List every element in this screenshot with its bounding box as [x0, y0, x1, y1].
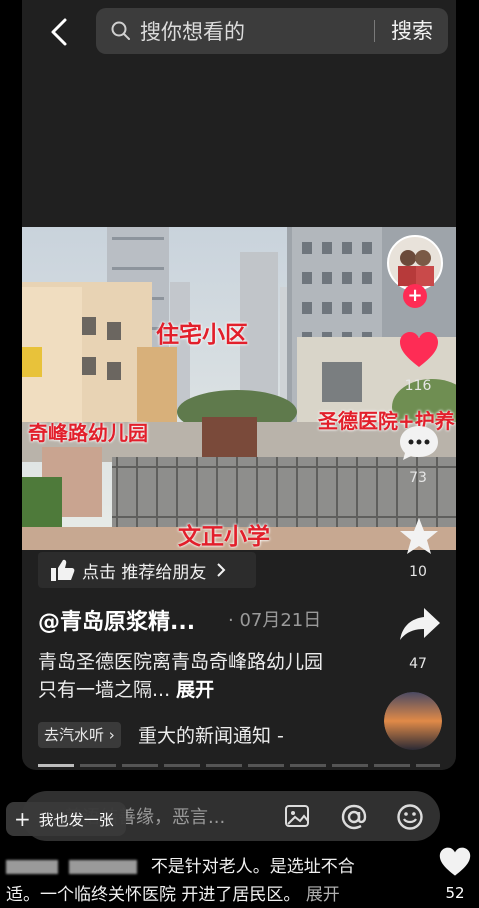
- comment-icon: [400, 426, 438, 460]
- like-button[interactable]: 116: [398, 330, 440, 394]
- thumbs-up-icon: [51, 559, 75, 581]
- listen-on-qishui-tag[interactable]: 去汽水听 ›: [38, 722, 121, 748]
- comment-text-line-2: 适。一个临终关怀医院 开进了居民区。: [6, 885, 301, 905]
- share-button[interactable]: 47: [398, 606, 442, 672]
- back-button[interactable]: [42, 14, 76, 50]
- top-comment-line-1: 不是针对老人。是选址不合: [6, 852, 355, 877]
- search-button[interactable]: 搜索: [382, 16, 442, 46]
- share-count: 47: [409, 656, 427, 672]
- blurred-username: [6, 860, 58, 874]
- comment-text-line-1: 不是针对老人。是选址不合: [150, 857, 355, 877]
- favorite-count: 10: [409, 564, 427, 580]
- emoji-icon[interactable]: [396, 803, 424, 831]
- post-date: · 07月21日: [228, 610, 322, 631]
- progress-segment-active: [38, 764, 74, 767]
- expand-comment[interactable]: 展开: [306, 885, 340, 905]
- label-residential: 住宅小区: [156, 322, 248, 348]
- progress-segment: [206, 764, 242, 767]
- recommend-label: 点击 推荐给朋友: [82, 562, 207, 583]
- progress-segment: [164, 764, 200, 767]
- chevron-left-icon: [51, 18, 67, 46]
- comment-like-count: 52: [445, 884, 465, 902]
- post-description[interactable]: 青岛圣德医院离青岛奇峰路幼儿园只有一墙之隔... 展开: [38, 648, 338, 704]
- recommend-to-friends[interactable]: 点击 推荐给朋友: [38, 552, 256, 588]
- chevron-right-icon: [217, 563, 226, 577]
- comment-like-button[interactable]: [438, 846, 472, 882]
- favorite-button[interactable]: 10: [398, 516, 440, 580]
- heart-icon: [400, 332, 438, 367]
- search-input[interactable]: [138, 14, 362, 50]
- comment-count: 73: [409, 470, 427, 486]
- progress-segment: [332, 764, 368, 767]
- tag-label: 去汽水听: [44, 726, 105, 744]
- plus-icon: +: [14, 807, 31, 831]
- star-icon: [400, 518, 438, 554]
- heart-icon: [439, 847, 471, 876]
- post-one-label: 我也发一张: [38, 810, 114, 829]
- progress-segment: [122, 764, 158, 767]
- search-divider: [374, 20, 375, 42]
- image-icon[interactable]: [284, 804, 310, 828]
- progress-segment: [80, 764, 116, 767]
- label-kindergarten: 奇峰路幼儿园: [28, 421, 148, 445]
- music-title[interactable]: 重大的新闻通知 -: [138, 722, 284, 750]
- plus-icon: +: [407, 285, 423, 306]
- progress-segment: [290, 764, 326, 767]
- search-bar: 搜索: [96, 8, 448, 54]
- share-arrow-icon: [400, 608, 440, 640]
- comment-button[interactable]: 73: [398, 424, 440, 486]
- progress-segment: [248, 764, 284, 767]
- search-icon: [111, 21, 130, 40]
- expand-description[interactable]: 展开: [176, 679, 214, 701]
- progress-segment: [416, 764, 440, 767]
- chevron-right-icon: ›: [108, 726, 115, 744]
- follow-button[interactable]: +: [403, 284, 427, 308]
- music-disc[interactable]: [384, 692, 442, 750]
- top-comment-line-2: 适。一个临终关怀医院 开进了居民区。 展开: [6, 880, 340, 905]
- label-school: 文正小学: [178, 524, 270, 550]
- mention-icon[interactable]: [340, 803, 368, 831]
- author-name[interactable]: @青岛原浆精...: [38, 604, 195, 636]
- progress-segment: [374, 764, 410, 767]
- blurred-username: [69, 860, 138, 874]
- post-one-button[interactable]: + 我也发一张: [6, 802, 126, 836]
- like-count: 116: [404, 378, 432, 394]
- music-cover-image: [384, 692, 442, 750]
